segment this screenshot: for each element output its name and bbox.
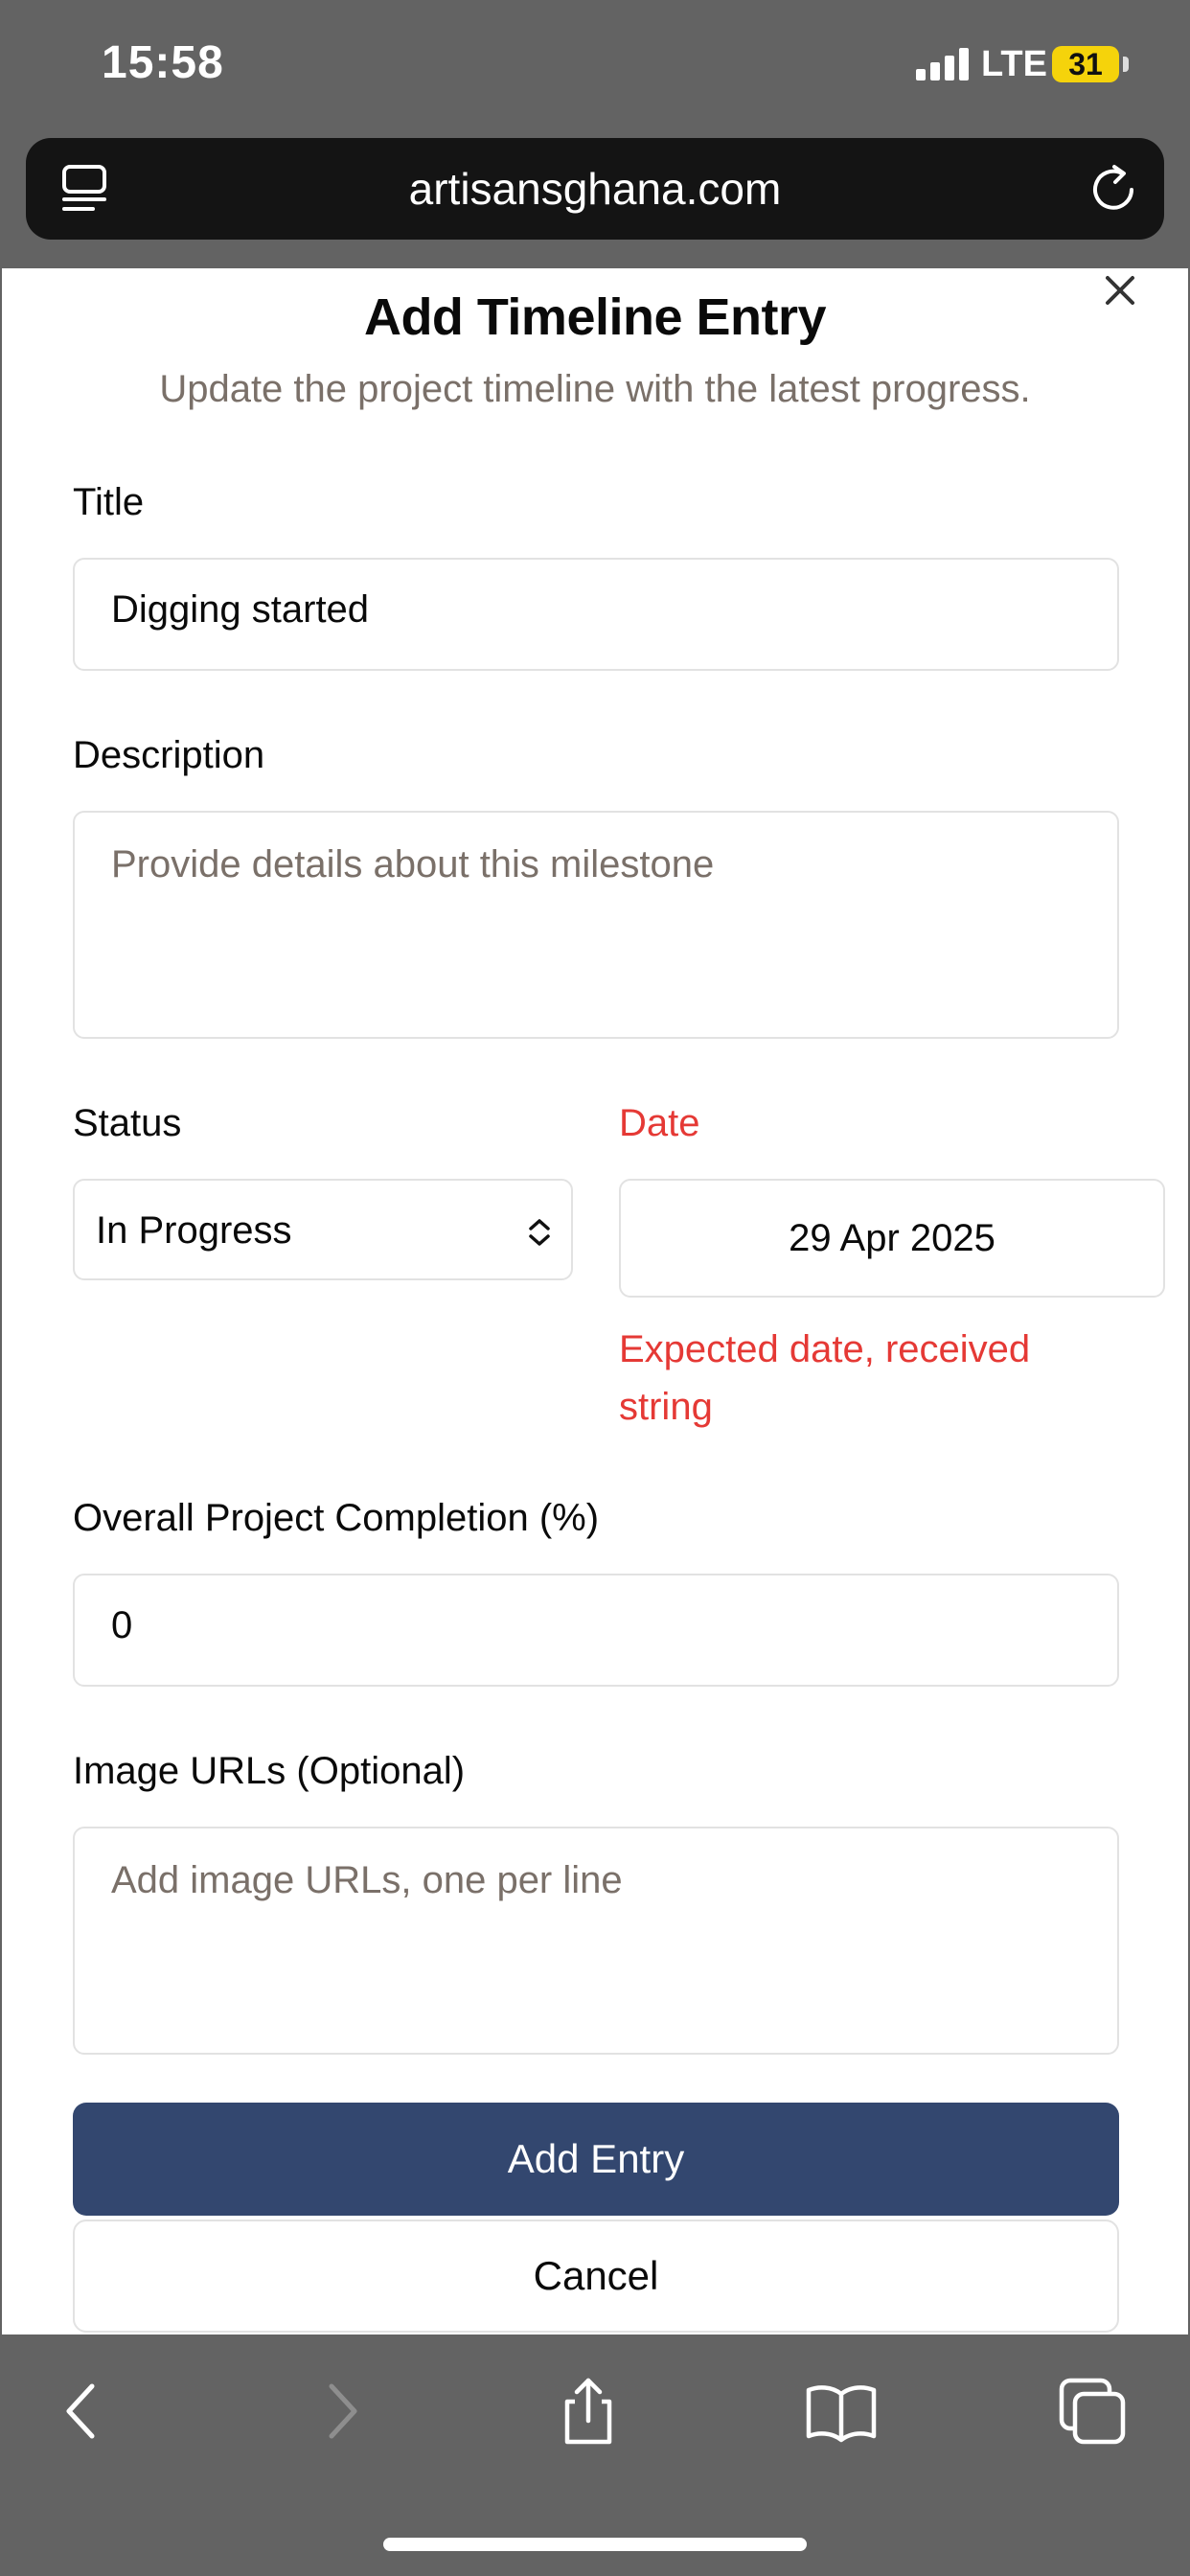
battery-cap [1123, 57, 1129, 72]
forward-icon[interactable] [301, 2373, 378, 2450]
network-label: LTE [981, 44, 1047, 84]
image-urls-placeholder: Add image URLs, one per line [111, 1859, 623, 1901]
completion-input[interactable]: 0 [73, 1574, 1119, 1687]
share-icon[interactable] [550, 2373, 627, 2450]
cancel-button[interactable]: Cancel [73, 2220, 1119, 2333]
signal-icon [916, 48, 969, 80]
status-time: 15:58 [102, 37, 224, 88]
status-select[interactable]: In Progress [73, 1179, 573, 1280]
status-select-value: In Progress [96, 1209, 292, 1252]
dialog-subtitle: Update the project timeline with the lat… [159, 368, 1031, 410]
title-input[interactable]: Digging started [73, 558, 1119, 671]
date-input[interactable]: 29 Apr 2025 [619, 1179, 1165, 1298]
description-textarea[interactable]: Provide details about this milestone [73, 811, 1119, 1039]
tabs-overview-icon[interactable] [1054, 2373, 1131, 2450]
bookmarks-icon[interactable] [803, 2373, 880, 2450]
home-indicator [383, 2538, 807, 2551]
dialog-title: Add Timeline Entry [363, 288, 827, 346]
chevron-updown-icon [529, 1219, 550, 1246]
title-input-value: Digging started [111, 588, 370, 631]
url-text[interactable]: artisansghana.com [26, 163, 1164, 215]
date-input-value: 29 Apr 2025 [789, 1217, 995, 1259]
add-entry-button[interactable]: Add Entry [73, 2103, 1119, 2216]
image-urls-textarea[interactable]: Add image URLs, one per line [73, 1827, 1119, 2055]
date-label: Date [619, 1102, 700, 1144]
date-error-message: Expected date, received string [619, 1328, 1031, 1428]
completion-input-value: 0 [111, 1604, 133, 1646]
title-label: Title [73, 481, 145, 523]
status-label: Status [73, 1102, 182, 1144]
reload-icon[interactable] [1086, 161, 1141, 217]
timeline-entry-dialog: Add Timeline Entry Update the project ti… [2, 268, 1188, 2334]
image-urls-label: Image URLs (Optional) [73, 1750, 466, 1792]
back-icon[interactable] [46, 2373, 123, 2450]
battery-level: 31 [1068, 47, 1103, 81]
battery-icon: 31 [1052, 46, 1119, 82]
completion-label: Overall Project Completion (%) [73, 1497, 600, 1539]
description-placeholder: Provide details about this milestone [111, 843, 715, 886]
description-label: Description [73, 734, 265, 776]
status-bar: 15:58 LTE 31 [0, 0, 1190, 134]
address-bar[interactable]: artisansghana.com [26, 138, 1164, 240]
